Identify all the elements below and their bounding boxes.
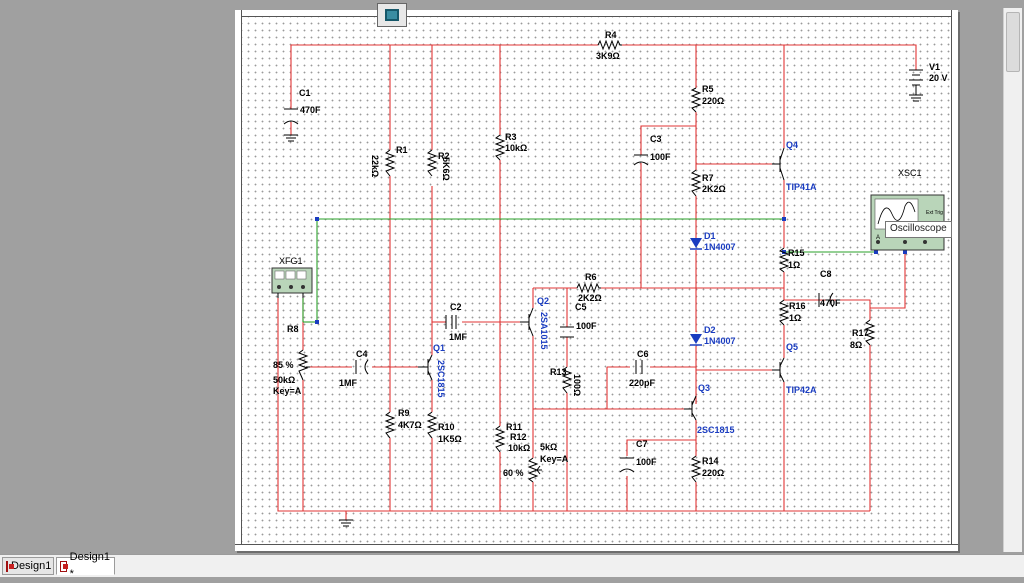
key-r8: Key=A	[273, 386, 302, 396]
value-q2: 2SA1015	[539, 312, 549, 350]
value-q5: TIP42A	[786, 385, 817, 395]
value-r4: 3K9Ω	[596, 51, 620, 61]
value-c7: 100F	[636, 457, 657, 467]
value-r17: 8Ω	[850, 340, 862, 350]
label-r9: R9	[398, 408, 410, 418]
label-r12: R12	[510, 432, 527, 442]
component-labels: R4 3K9Ω V1 20 V C1 470F R5 220Ω C3 100F …	[273, 30, 948, 478]
label-c2: C2	[450, 302, 462, 312]
value-c3: 100F	[650, 152, 671, 162]
label-xfg1: XFG1	[279, 256, 303, 266]
tab-label: Design1	[11, 559, 52, 572]
label-r4: R4	[605, 30, 617, 40]
value-r16: 1Ω	[789, 313, 801, 323]
value-c5: 100F	[576, 321, 597, 331]
schematic-icon	[60, 560, 68, 572]
value-q4: TIP41A	[786, 182, 817, 192]
value-d2: 1N4007	[704, 336, 736, 346]
circuit-diagram: R4 3K9Ω V1 20 V C1 470F R5 220Ω C3 100F …	[271, 30, 948, 527]
value-r13: 100Ω	[572, 374, 582, 396]
label-q4: Q4	[786, 140, 798, 150]
wires	[277, 44, 917, 520]
label-q3: Q3	[698, 383, 710, 393]
label-r7: R7	[702, 173, 714, 183]
label-c3: C3	[650, 134, 662, 144]
label-xsc1: XSC1	[898, 168, 922, 178]
label-r11: R11	[506, 422, 522, 432]
label-d2: D2	[704, 325, 716, 335]
signal-wires	[302, 217, 907, 324]
label-c6: C6	[637, 349, 649, 359]
value-r10: 1K5Ω	[438, 434, 462, 444]
value-r3: 10kΩ	[505, 143, 527, 153]
label-c7: C7	[636, 439, 648, 449]
label-r8: R8	[287, 324, 299, 334]
label-d1: D1	[704, 231, 716, 241]
label-r15: R15	[788, 248, 805, 258]
value-r14: 220Ω	[702, 468, 724, 478]
value-r1: 22kΩ	[370, 155, 380, 177]
value-r15: 1Ω	[788, 260, 800, 270]
value-c8: 470F	[820, 298, 841, 308]
value-r2: 5K6Ω	[441, 157, 451, 181]
schematic-icon	[6, 560, 14, 572]
tab-label: Design1 *	[69, 551, 110, 580]
label-r3: R3	[505, 132, 517, 142]
value-r9: 4K7Ω	[398, 420, 422, 430]
label-r6: R6	[585, 272, 597, 282]
function-generator[interactable]	[271, 267, 313, 298]
label-v1: V1	[929, 62, 940, 72]
value-v1: 20 V	[929, 73, 948, 83]
value-q1: 2SC1815	[436, 360, 446, 398]
label-r1: R1	[396, 145, 408, 155]
value-d1: 1N4007	[704, 242, 736, 252]
value-r7: 2K2Ω	[702, 184, 726, 194]
label-q1: Q1	[433, 343, 445, 353]
tab-design1[interactable]: Design1	[2, 557, 54, 575]
label-q5: Q5	[786, 342, 798, 352]
oscilloscope-tooltip: Oscilloscope	[885, 221, 952, 238]
value-q3: 2SC1815	[697, 425, 735, 435]
value-r8: 50kΩ	[273, 375, 295, 385]
tab-design1-modified[interactable]: Design1 *	[56, 551, 115, 580]
key-r12: Key=A	[540, 454, 569, 464]
label-r14: R14	[702, 456, 719, 466]
percent-r8: 85 %	[273, 360, 294, 370]
value-c6: 220pF	[629, 378, 656, 388]
label-c1: C1	[299, 88, 311, 98]
label-r10: R10	[438, 422, 455, 432]
label-r16: R16	[789, 301, 806, 311]
label-r5: R5	[702, 84, 714, 94]
value-r5: 220Ω	[702, 96, 724, 106]
value-c1: 470F	[300, 105, 321, 115]
value-r12-pot: 5kΩ	[540, 442, 557, 452]
label-q2: Q2	[537, 296, 549, 306]
label-r13: R13	[550, 367, 567, 377]
label-r17: R17	[852, 328, 869, 338]
design-tab-bar: Design1 Design1 *	[0, 551, 1024, 580]
value-c4: 1MF	[339, 378, 358, 388]
value-r12: 10kΩ	[508, 443, 530, 453]
percent-r12: 60 %	[503, 468, 524, 478]
transistor-symbols	[418, 147, 785, 421]
label-xsc1-a: A	[876, 235, 880, 241]
label-c8: C8	[820, 269, 832, 279]
label-xsc1-ext: Ext Trig	[926, 210, 943, 216]
label-c5: C5	[575, 302, 587, 312]
label-c4: C4	[356, 349, 368, 359]
value-c2: 1MF	[449, 332, 468, 342]
